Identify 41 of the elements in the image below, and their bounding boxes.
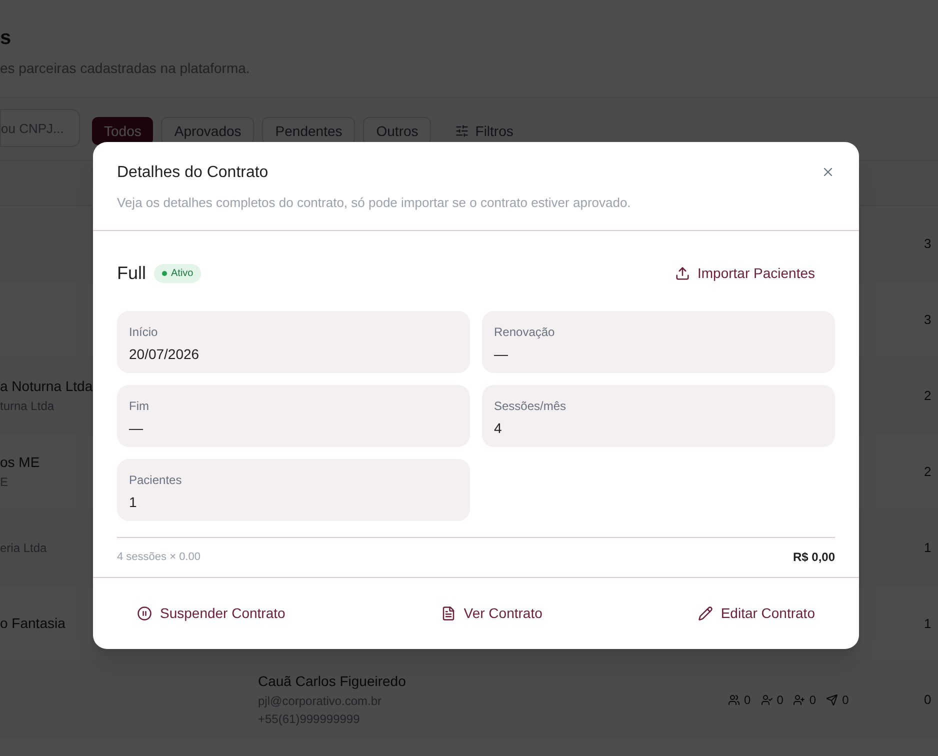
pause-icon <box>137 606 152 620</box>
count-value: 2 <box>924 386 932 405</box>
page-title: s <box>0 26 12 50</box>
field-value: 4 <box>494 418 502 438</box>
total-value: R$ 0,00 <box>792 549 835 566</box>
field-label: Renovação <box>494 324 555 340</box>
field-label: Início <box>129 324 158 340</box>
count-value: 2 <box>924 462 932 481</box>
pencil-icon <box>698 606 713 620</box>
sessions-formula: 4 sessões × 0.00 <box>117 550 200 565</box>
document-icon <box>440 606 456 620</box>
stat-value: 0 <box>842 692 849 708</box>
contact-name: Cauã Carlos Figueiredo <box>258 672 406 691</box>
stat-value: 0 <box>776 692 784 708</box>
count-value: 3 <box>924 310 932 329</box>
action-button[interactable]: Editar Contrato <box>698 602 815 624</box>
company-name: os ME <box>0 453 40 472</box>
field-value: — <box>494 344 508 364</box>
company-name: o Fantasia <box>0 614 66 633</box>
action-button[interactable]: Suspender Contrato <box>137 602 286 624</box>
field-value: 20/07/2026 <box>129 344 200 364</box>
close-button[interactable] <box>821 165 835 179</box>
stat-value: 0 <box>744 692 751 708</box>
company-name: a Noturna Ltda <box>0 377 93 396</box>
dialog-description: Veja os detalhes completos do contrato, só pode importar se o contrato estiver aprovado. <box>117 194 631 212</box>
count-value: 1 <box>924 614 932 633</box>
plan-name: Full <box>117 262 146 284</box>
field-label: Fim <box>129 398 149 414</box>
count-value: 0 <box>924 690 932 709</box>
count-value: 3 <box>924 234 932 253</box>
field-value: 1 <box>129 492 137 512</box>
count-value: 1 <box>924 538 932 557</box>
stat-value: 0 <box>809 692 816 708</box>
upload-icon <box>674 266 690 280</box>
action-button[interactable]: Ver Contrato <box>440 602 542 624</box>
import-button[interactable]: Importar Pacientes <box>674 262 835 284</box>
status-badge: Ativo <box>154 264 202 282</box>
dialog-title: Detalhes do Contrato <box>117 163 268 183</box>
field-label: Sessões/mês <box>494 398 566 414</box>
field-label: Pacientes <box>129 472 182 488</box>
field-value: — <box>129 418 143 438</box>
